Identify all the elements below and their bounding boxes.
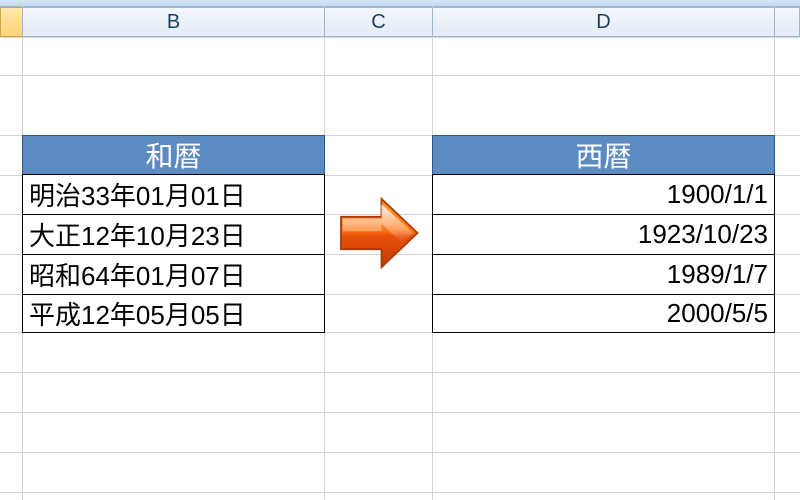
- column-header-D[interactable]: D: [432, 7, 775, 37]
- wareki-header-cell[interactable]: 和暦: [22, 135, 325, 175]
- column-header-C[interactable]: C: [324, 7, 433, 37]
- wareki-row-3[interactable]: 昭和64年01月07日: [22, 254, 325, 295]
- seireki-row-1[interactable]: 1900/1/1: [432, 174, 775, 215]
- column-header-E[interactable]: [774, 7, 800, 37]
- seireki-row-3[interactable]: 1989/1/7: [432, 254, 775, 295]
- arrow-right-icon: [332, 188, 422, 278]
- column-header-B[interactable]: B: [22, 7, 325, 37]
- spreadsheet-area[interactable]: B C D 和暦 明治33年01月01日 大正12年10月23日 昭和64年01…: [0, 0, 800, 500]
- window-titlebar-strip: [0, 0, 800, 7]
- wareki-row-1[interactable]: 明治33年01月01日: [22, 174, 325, 215]
- seireki-row-4[interactable]: 2000/5/5: [432, 294, 775, 333]
- wareki-row-2[interactable]: 大正12年10月23日: [22, 214, 325, 255]
- seireki-header-cell[interactable]: 西暦: [432, 135, 775, 175]
- wareki-row-4[interactable]: 平成12年05月05日: [22, 294, 325, 333]
- seireki-row-2[interactable]: 1923/10/23: [432, 214, 775, 255]
- column-header-A[interactable]: [0, 7, 23, 37]
